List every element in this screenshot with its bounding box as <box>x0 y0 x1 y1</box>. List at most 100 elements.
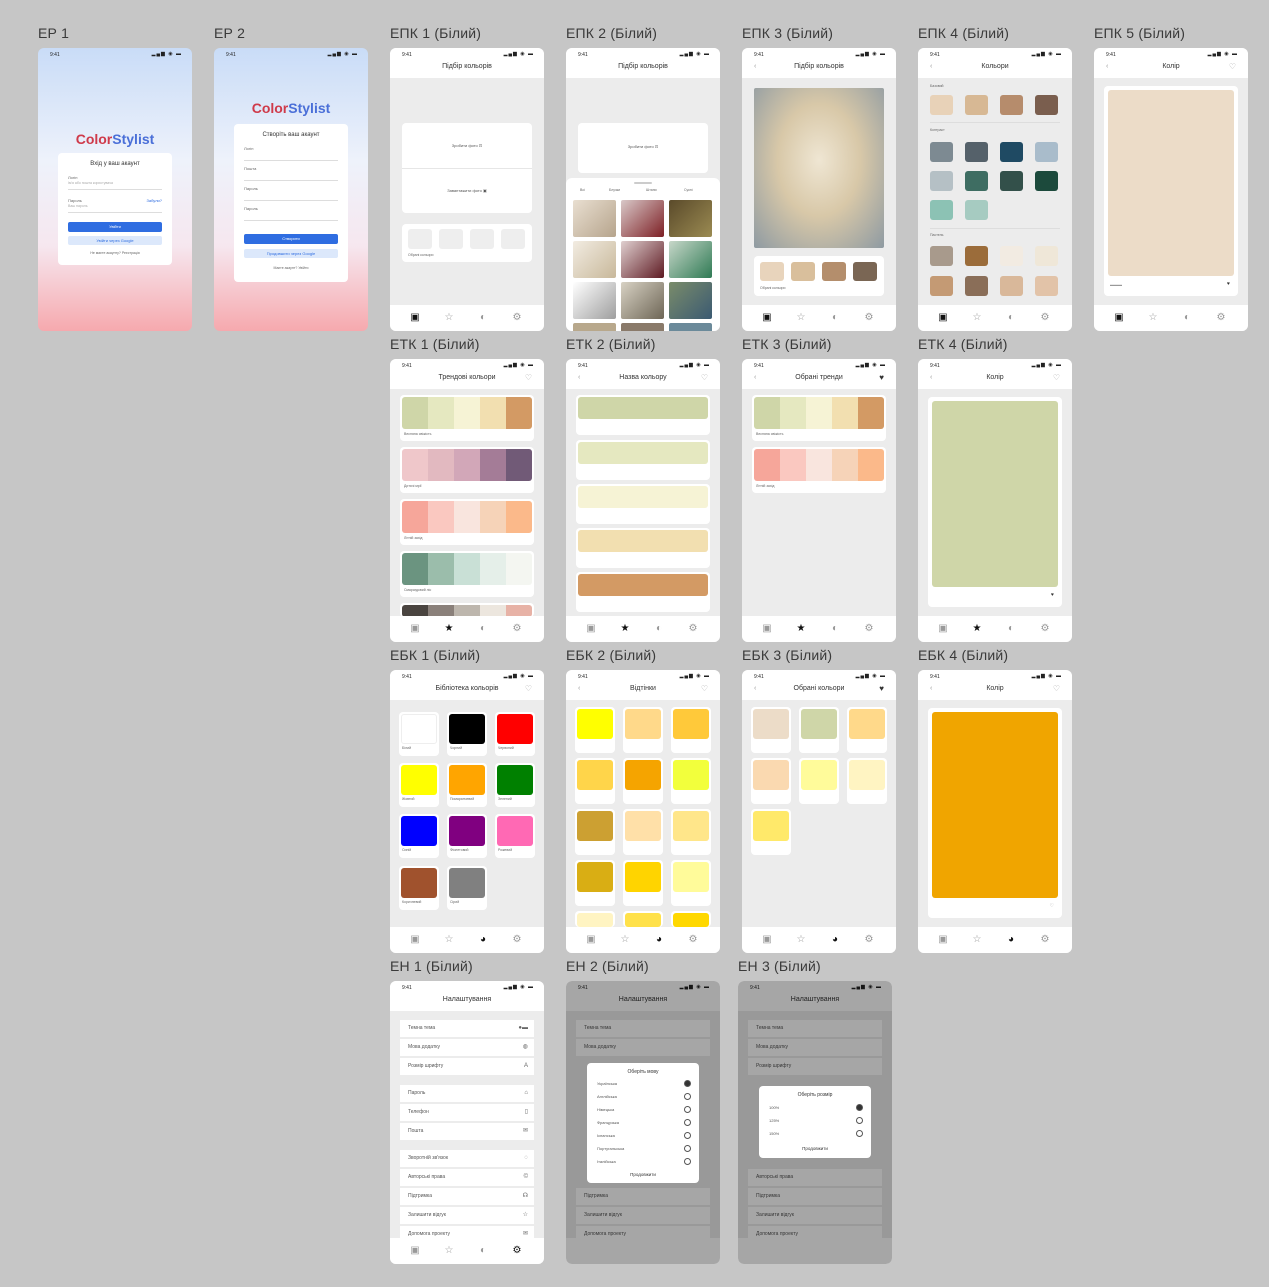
star-tab-icon[interactable]: ☆ <box>618 934 632 945</box>
star-tab-icon[interactable]: ★ <box>970 623 984 634</box>
password-input[interactable]: Ваш пароль <box>68 204 162 213</box>
shade-card[interactable] <box>671 809 711 855</box>
camera-tab-icon[interactable]: ▣ <box>760 623 774 634</box>
shade-card[interactable] <box>671 707 711 753</box>
radio[interactable] <box>684 1158 691 1165</box>
camera-tab-icon[interactable]: ▣ <box>936 312 950 323</box>
create-account-button[interactable]: Створити <box>244 234 338 244</box>
radio[interactable] <box>684 1132 691 1139</box>
trend-card[interactable]: Смарагдовий ліс <box>400 551 534 597</box>
palette-swatch[interactable] <box>930 95 953 115</box>
language-option[interactable]: Французька <box>597 1119 691 1126</box>
palette-swatch[interactable] <box>930 171 953 191</box>
camera-tab-icon[interactable]: ▣ <box>408 934 422 945</box>
login-input[interactable]: Ім'я або пошта користувача <box>68 181 162 190</box>
star-tab-icon[interactable]: ☆ <box>442 312 456 323</box>
gallery-tab[interactable]: Всі <box>580 188 585 192</box>
palette-tab-icon[interactable]: ◕ <box>1004 934 1018 945</box>
palette-tab-icon[interactable]: ◐ <box>476 623 490 634</box>
language-option[interactable]: Німецька <box>597 1106 691 1113</box>
heart-filled-icon[interactable]: ♥ <box>879 373 884 382</box>
camera-tab-icon[interactable]: ▣ <box>760 934 774 945</box>
chosen-color-card[interactable] <box>751 707 791 753</box>
library-swatch-card[interactable]: Чорний <box>447 712 487 756</box>
shade-card[interactable] <box>623 758 663 804</box>
library-swatch-card[interactable]: Зелений <box>495 763 535 807</box>
language-option[interactable]: Португальська <box>597 1145 691 1152</box>
radio[interactable] <box>684 1119 691 1126</box>
camera-tab-icon[interactable]: ▣ <box>760 312 774 323</box>
library-swatch-card[interactable]: Помаранчевий <box>447 763 487 807</box>
google-register-button[interactable]: Продовжити через Google <box>244 249 338 258</box>
extracted-swatch[interactable] <box>853 262 877 281</box>
gallery-photo[interactable] <box>621 282 664 319</box>
continue-button[interactable]: Продовжити <box>759 1146 871 1151</box>
password-input[interactable] <box>244 192 338 201</box>
gallery-photo[interactable] <box>621 200 664 237</box>
gallery-tab[interactable]: Сукні <box>684 188 693 192</box>
info-icon[interactable]: ▬▬▬ <box>1110 282 1122 287</box>
gear-tab-icon[interactable]: ⚙ <box>510 934 524 945</box>
chosen-color-card[interactable] <box>799 758 839 804</box>
heart-filled-icon[interactable]: ♥ <box>879 684 884 693</box>
heart-icon[interactable]: ♡ <box>1053 373 1060 382</box>
heart-filled-icon[interactable]: ♥ <box>1051 592 1054 598</box>
palette-tab-icon[interactable]: ◕ <box>476 934 490 945</box>
forgot-link[interactable]: Забули? <box>146 198 162 203</box>
heart-icon[interactable]: ♡ <box>701 684 708 693</box>
heart-icon[interactable]: ♡ <box>525 684 532 693</box>
empty-slot[interactable] <box>501 229 525 249</box>
radio[interactable] <box>684 1093 691 1100</box>
gallery-photo[interactable] <box>573 200 616 237</box>
login-link[interactable]: Маєте акаунт? Увійти <box>234 266 348 270</box>
gear-tab-icon[interactable]: ⚙ <box>1038 623 1052 634</box>
palette-swatch[interactable] <box>1035 95 1058 115</box>
camera-tab-icon[interactable]: ▣ <box>584 934 598 945</box>
password-row[interactable]: Пароль ⌂ <box>400 1085 534 1102</box>
trend-card[interactable]: Весняна свіжість <box>752 395 886 441</box>
star-tab-icon[interactable]: ★ <box>442 623 456 634</box>
gallery-photo[interactable] <box>669 323 712 331</box>
size-option[interactable]: 100% <box>769 1104 863 1111</box>
radio-selected[interactable] <box>856 1104 863 1111</box>
library-swatch-card[interactable]: Коричневий <box>399 866 439 910</box>
star-tab-icon[interactable]: ☆ <box>442 934 456 945</box>
toggle-icon[interactable]: ●▬ <box>518 1020 528 1037</box>
camera-tab-icon[interactable]: ▣ <box>408 312 422 323</box>
take-photo-button[interactable]: Зробити фото ⊡ <box>578 123 708 173</box>
palette-swatch[interactable] <box>930 276 953 296</box>
font-size-row[interactable]: Розмір шрифту A <box>400 1058 534 1075</box>
chosen-color-card[interactable] <box>799 707 839 753</box>
radio[interactable] <box>856 1117 863 1124</box>
email-row[interactable]: Пошта ✉ <box>400 1123 534 1140</box>
empty-slot[interactable] <box>439 229 463 249</box>
language-option[interactable]: Українська <box>597 1080 691 1087</box>
camera-tab-icon[interactable]: ▣ <box>1112 312 1126 323</box>
register-link[interactable]: Не маєте акаунту? Реєстрація <box>58 251 172 255</box>
shade-card[interactable] <box>623 707 663 753</box>
gallery-photo[interactable] <box>669 241 712 278</box>
heart-icon[interactable]: ♡ <box>525 373 532 382</box>
heart-icon[interactable]: ♡ <box>1229 62 1236 71</box>
review-row[interactable]: Залишити відгук ☆ <box>400 1207 534 1224</box>
shade-card[interactable] <box>671 860 711 906</box>
camera-tab-icon[interactable]: ▣ <box>584 623 598 634</box>
size-option[interactable]: 150% <box>769 1130 863 1137</box>
palette-tab-icon[interactable]: ◐ <box>1004 623 1018 634</box>
size-option[interactable]: 125% <box>769 1117 863 1124</box>
language-option[interactable]: Англійська <box>597 1093 691 1100</box>
gallery-photo[interactable] <box>669 200 712 237</box>
gallery-photo[interactable] <box>621 241 664 278</box>
shade-card[interactable] <box>575 707 615 753</box>
palette-tab-icon[interactable]: ◐ <box>652 623 666 634</box>
camera-tab-icon[interactable]: ▣ <box>408 623 422 634</box>
palette-tab-icon[interactable]: ◐ <box>828 312 842 323</box>
trend-card[interactable]: Літній захід <box>400 499 534 545</box>
language-option[interactable]: Італійська <box>597 1158 691 1165</box>
radio-selected[interactable] <box>684 1080 691 1087</box>
extracted-swatch[interactable] <box>760 262 784 281</box>
gear-tab-icon[interactable]: ⚙ <box>510 1245 524 1256</box>
camera-tab-icon[interactable]: ▣ <box>408 1245 422 1256</box>
star-tab-icon[interactable]: ☆ <box>970 312 984 323</box>
support-row[interactable]: Підтримка ☊ <box>400 1188 534 1205</box>
